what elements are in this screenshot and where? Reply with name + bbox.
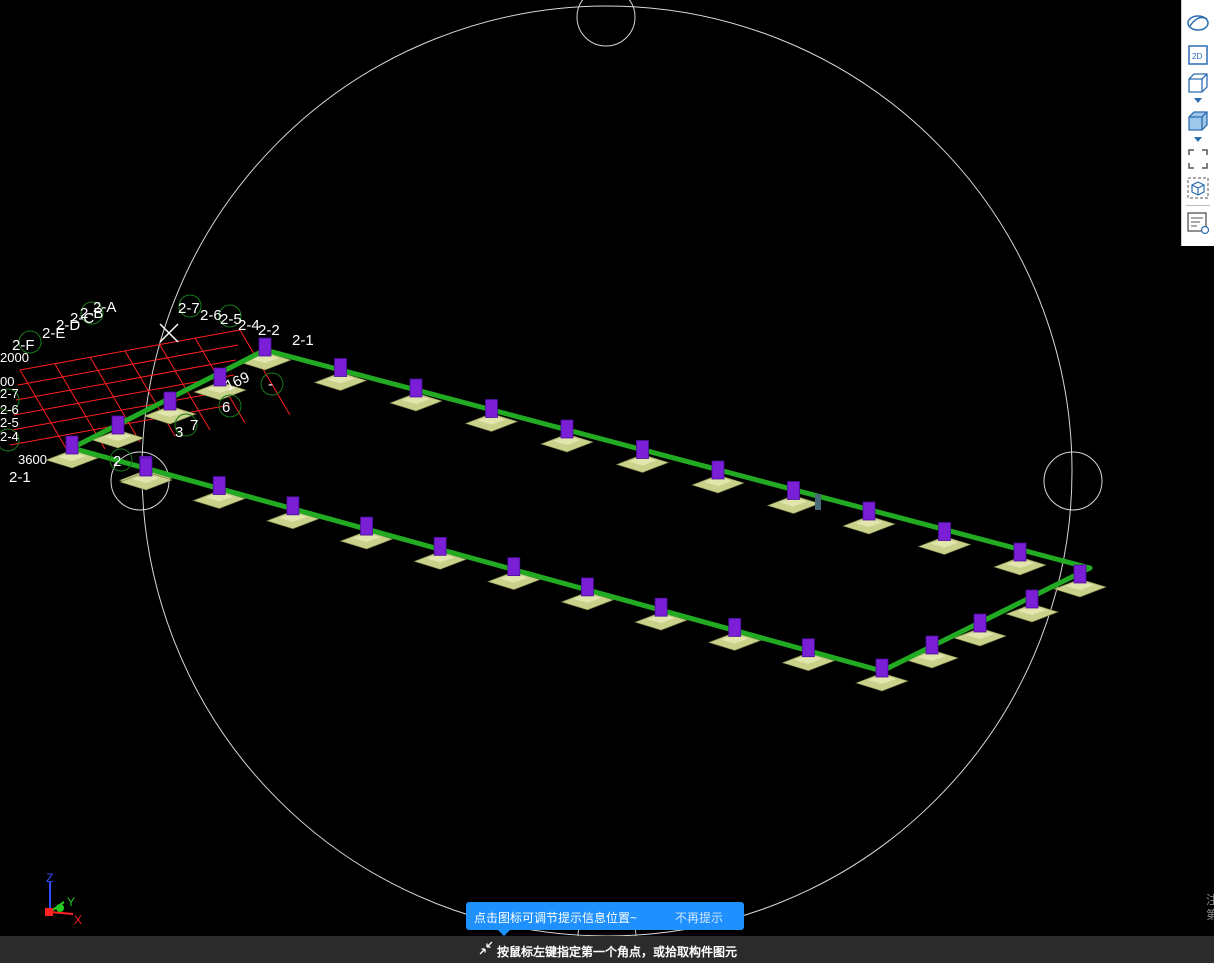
shaded-dropdown-caret[interactable]: [1194, 137, 1202, 142]
column: [360, 516, 373, 536]
column: [925, 635, 939, 655]
axis-triad: Z Y X: [45, 871, 82, 927]
wireframe-box-icon[interactable]: [1185, 70, 1211, 96]
column: [163, 391, 177, 411]
axis-grid: [9, 329, 291, 456]
axis-x-label: X: [74, 913, 82, 927]
orbit-view-icon[interactable]: [1185, 10, 1211, 36]
axis-label-3600: 3600: [18, 452, 47, 467]
column: [581, 577, 594, 597]
3d-viewport[interactable]: 2-1 2-1 - 6 169 3 7 2 2-F 2-E 2-D 2-C 2-…: [0, 0, 1214, 963]
column: [973, 613, 987, 633]
column: [334, 358, 347, 377]
axis-label-6: 6: [222, 399, 230, 416]
column: [65, 435, 79, 455]
column: [409, 378, 423, 398]
column: [787, 481, 800, 500]
axis-label-left-2-7: 2-7: [0, 386, 19, 401]
toolbar-separator: [1186, 205, 1210, 206]
column: [862, 501, 876, 521]
misc-element: [815, 494, 821, 510]
axis-label-2: 2: [113, 453, 121, 470]
status-prompt: 按鼠标左键指定第一个角点，或拾取构件图元: [497, 945, 738, 959]
column: [258, 337, 272, 357]
axis-y-label: Y: [67, 895, 75, 909]
shaded-box-icon[interactable]: [1185, 108, 1211, 134]
column: [938, 522, 951, 541]
column: [286, 496, 300, 516]
wireframe-dropdown-caret[interactable]: [1194, 98, 1202, 103]
axis-label-2-6: 2-6: [200, 307, 222, 324]
column: [212, 476, 226, 495]
column: [654, 597, 668, 617]
axis-label-2-2: 2-2: [258, 322, 280, 339]
axis-label-2000: 2000: [0, 350, 29, 365]
column: [560, 419, 574, 439]
axis-label-left-2-4: 2-4: [0, 429, 19, 444]
column: [636, 440, 649, 459]
axis-label-left-2-5: 2-5: [0, 415, 19, 430]
edge-clipped-text: 注 第: [1206, 893, 1214, 922]
tip-bubble[interactable]: 点击图标可调节提示信息位置~ 不再提示: [466, 902, 744, 936]
axis-label-2-1-top: 2-1: [292, 332, 314, 349]
axis-label-2-7: 2-7: [178, 300, 200, 317]
tip-dismiss-link[interactable]: 不再提示: [675, 909, 723, 926]
2d-view-icon[interactable]: 2D: [1185, 42, 1211, 68]
column: [875, 658, 889, 678]
column: [1013, 542, 1027, 562]
column: [728, 618, 742, 637]
collapse-arrows-icon[interactable]: [478, 940, 494, 956]
axis-label-2-1-bottom: 2-1: [9, 469, 31, 486]
column: [711, 460, 725, 480]
viewcube-ring[interactable]: [141, 5, 1073, 937]
column: [485, 399, 498, 418]
view-toolbar: 2D: [1181, 0, 1214, 246]
zoom-extents-icon[interactable]: [1185, 146, 1211, 172]
axis-label-3: 3: [175, 424, 183, 441]
svg-text:2D: 2D: [1192, 52, 1202, 61]
column: [1025, 589, 1039, 609]
viewcube-handle-right[interactable]: [1043, 451, 1103, 511]
column: [433, 536, 447, 556]
axis-label-7: 7: [190, 417, 198, 434]
axis-label-2-A: 2-A: [93, 299, 116, 316]
column: [507, 557, 521, 577]
column: [139, 457, 153, 477]
command-status-bar: 按鼠标左键指定第一个角点，或拾取构件图元: [0, 936, 1214, 963]
column: [1073, 564, 1087, 584]
properties-panel-icon[interactable]: [1185, 210, 1211, 236]
axis-z-label: Z: [46, 871, 53, 885]
axis-label-dash: -: [268, 376, 273, 393]
axis-label-169: 169: [223, 369, 253, 395]
tip-text: 点击图标可调节提示信息位置~: [474, 911, 638, 925]
column: [111, 415, 125, 435]
axis-label-2-4: 2-4: [238, 317, 260, 334]
column: [801, 638, 815, 658]
isolate-view-icon[interactable]: [1185, 175, 1211, 201]
